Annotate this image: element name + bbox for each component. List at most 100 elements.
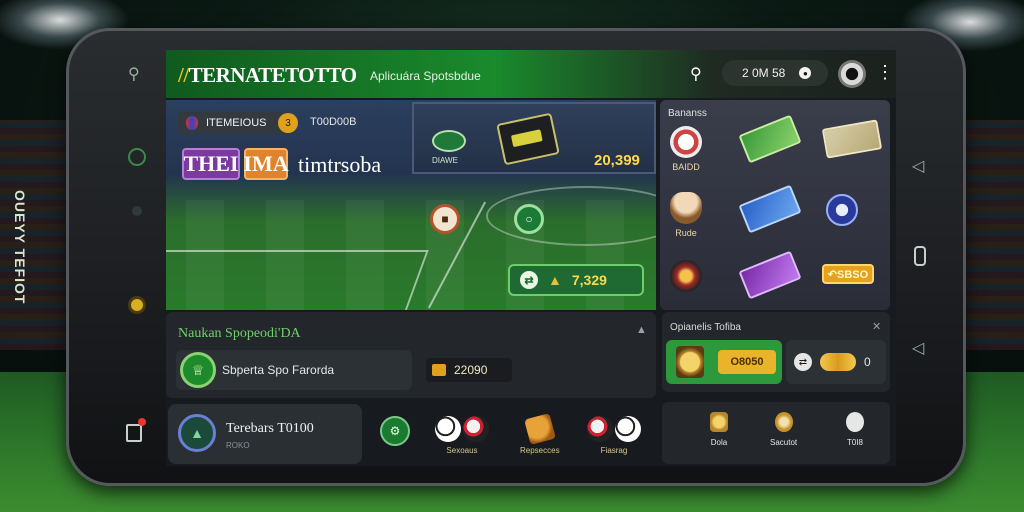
badge-icon: [826, 194, 858, 226]
coins-icon: [820, 353, 856, 371]
match-pin-away[interactable]: ○: [514, 204, 544, 234]
trend-icon: ▲: [548, 272, 562, 288]
quick-link[interactable]: Sacutot: [770, 412, 797, 447]
tipster-card: Opianelis Tofiba ✕ O8050 ⇄ 0: [662, 312, 890, 392]
tipster-value: O8050: [718, 350, 776, 374]
more-menu-icon[interactable]: ⋮: [876, 62, 894, 83]
ticket-icon: [523, 413, 556, 445]
league-chip-label: ITEMEIOUS: [206, 117, 267, 129]
balance-pill[interactable]: 2 0M 58 ●: [722, 60, 828, 86]
cash-icon: [821, 119, 883, 159]
odds-button[interactable]: ⇄ ▲ 7,329: [508, 264, 644, 296]
logo-mark: //: [178, 63, 189, 87]
sponsor-row-label: Sbperta Spo Farorda: [222, 363, 335, 377]
trophy-icon: [710, 412, 728, 432]
quick-link-label: Sacutot: [770, 438, 798, 447]
tipster-side-button[interactable]: ⇄ 0: [786, 340, 886, 384]
sport-label: Repsecces: [520, 446, 560, 455]
shop-item[interactable]: [738, 114, 802, 164]
coin-icon: [432, 364, 446, 376]
sponsor-row[interactable]: ♕ Sbperta Spo Farorda: [176, 350, 412, 390]
shop-item-label: BAIDD: [672, 162, 700, 172]
quick-link-label: Dola: [710, 438, 728, 447]
trophy-icon: ♕: [180, 352, 216, 388]
sport-category[interactable]: Repsecces: [520, 413, 560, 455]
profile-card[interactable]: ▲ Terebars T0100 ROKO: [168, 404, 362, 464]
search-icon[interactable]: ⚲: [690, 64, 702, 84]
share-icon[interactable]: ▲: [636, 324, 647, 336]
match-pin-home[interactable]: ■: [430, 204, 460, 234]
home-icon[interactable]: [914, 246, 926, 266]
search-icon[interactable]: ⚲: [128, 64, 140, 84]
profile-subtitle: ROKO: [226, 441, 250, 450]
app-screen: //TERNATETOTTO Aplicuára Spotsbdue ⚲ 2 0…: [166, 50, 896, 466]
coin-pill[interactable]: 22090: [426, 358, 512, 382]
shop-item-label: Rude: [675, 228, 697, 238]
circle-icon[interactable]: [128, 148, 146, 166]
sport-label: Sexoaus: [446, 446, 478, 455]
sport-category[interactable]: Fiasrag: [586, 416, 642, 455]
close-icon[interactable]: ✕: [872, 320, 881, 333]
cash-icon: [738, 184, 802, 234]
tipster-claim-button[interactable]: O8050: [666, 340, 782, 384]
quick-link[interactable]: Dola: [710, 412, 728, 447]
profile-title: Terebars T0100: [226, 421, 314, 436]
back-icon[interactable]: ◁: [912, 156, 924, 176]
notification-dot: [138, 418, 146, 426]
ball-icon: [670, 126, 702, 158]
tipster-side-value: 0: [864, 355, 871, 369]
token-icon: [432, 130, 466, 152]
team-badge-a[interactable]: THEI: [182, 148, 240, 180]
shop-item[interactable]: [738, 250, 802, 300]
quick-links-card: Dola Sacutot T0I8: [662, 402, 890, 464]
basketball-icon: [463, 416, 489, 442]
cash-icon: [738, 250, 802, 300]
shop-title: Bananss: [668, 108, 707, 119]
shop-item[interactable]: BAIDD: [670, 126, 702, 172]
top-bar: //TERNATETOTTO Aplicuára Spotsbdue ⚲ 2 0…: [166, 50, 896, 98]
hero-label: T00D00B: [310, 116, 357, 128]
recent-icon[interactable]: ◁: [912, 338, 924, 358]
avatar[interactable]: [838, 60, 866, 88]
swap-icon: ⇄: [520, 271, 538, 289]
app-logo[interactable]: //TERNATETOTTO: [178, 63, 357, 88]
odds-value: 7,329: [571, 272, 607, 288]
quick-link-label: T0I8: [846, 438, 863, 447]
exit-icon[interactable]: [126, 424, 142, 442]
token-label: DIAWE: [432, 156, 458, 165]
crowd-right: [962, 120, 1024, 350]
pin-icon: ●: [799, 67, 812, 79]
tipster-title: Opianelis Tofiba: [670, 322, 741, 333]
team-badge-b[interactable]: IMA: [243, 148, 289, 180]
shop-item[interactable]: [738, 184, 802, 234]
basketball-icon: [587, 416, 613, 442]
hero-banner[interactable]: ITEMEIOUS 3 T00D00B THEI IMA timtrsoba D…: [166, 100, 656, 310]
sport-category[interactable]: Sexoaus: [434, 416, 490, 455]
balance-value: 2 0M 58: [742, 66, 786, 80]
coin-icon[interactable]: [128, 296, 146, 314]
logo-text: TERNATETOTTO: [188, 63, 357, 87]
card-icon: [496, 112, 560, 166]
soccer-ball-icon: [435, 416, 461, 442]
swap-icon: ⇄: [794, 353, 812, 371]
sport-label: Fiasrag: [600, 446, 628, 455]
shop-item[interactable]: Rude: [670, 192, 702, 238]
quick-link[interactable]: T0I8: [846, 412, 864, 447]
shop-item[interactable]: [821, 119, 883, 159]
promo-billboard[interactable]: DIAWE 20,399: [412, 102, 656, 174]
shop-item[interactable]: [670, 260, 702, 292]
coin-value: 22090: [454, 363, 488, 377]
cash-icon: [738, 114, 802, 164]
medal-icon: [774, 412, 793, 432]
soccer-ball-icon: [615, 416, 641, 442]
hero-title: timtrsoba: [298, 152, 382, 177]
league-chip[interactable]: ITEMEIOUS 3: [178, 112, 298, 134]
billboard-value: 20,399: [594, 152, 640, 169]
sponsor-card: Naukan Spopeodi'DA ▲ ♕ Sbperta Spo Faror…: [166, 312, 656, 398]
app-subtitle: Aplicuára Spotsbdue: [370, 69, 481, 83]
settings-icon[interactable]: ⚙: [380, 416, 410, 446]
shop-item[interactable]: [826, 194, 858, 226]
penalty-box-line: [166, 250, 429, 310]
shop-panel: Bananss BAIDD Rude ↶SBSO: [660, 100, 890, 310]
shop-price-button[interactable]: ↶SBSO: [822, 264, 874, 284]
